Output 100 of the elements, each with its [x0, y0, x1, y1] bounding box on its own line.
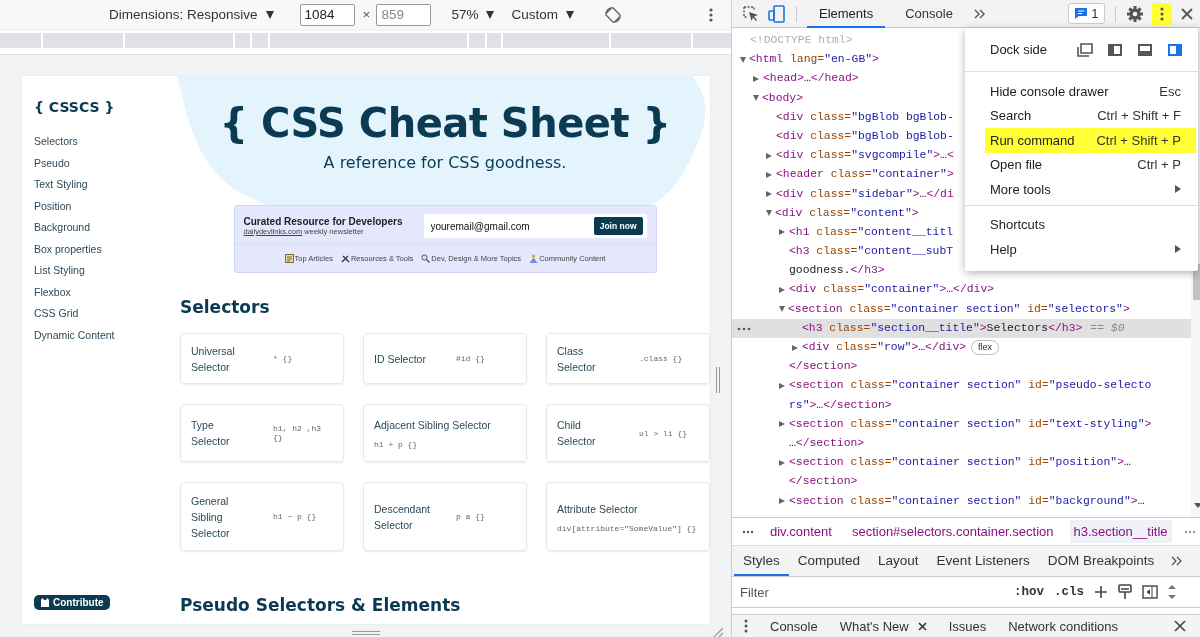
sidebar-tab[interactable]: DOM Breakpoints [1038, 546, 1164, 576]
ellipsis-icon[interactable] [737, 326, 751, 331]
dom-node-line[interactable]: <h1 class="content__titl [789, 222, 954, 243]
expand-arrow-icon[interactable] [779, 382, 785, 389]
more-icon[interactable] [708, 6, 714, 23]
height-input[interactable]: 859 [376, 3, 432, 26]
resize-handle[interactable] [716, 367, 720, 393]
drawer-tab[interactable]: Console [770, 618, 818, 634]
resize-handle[interactable] [352, 631, 380, 635]
resize-corner-icon[interactable] [712, 627, 724, 637]
issues-button[interactable]: 1 [1068, 3, 1105, 24]
expand-arrow-icon[interactable] [779, 229, 785, 236]
dom-node-line[interactable]: <div class="svgcompile">…< [776, 146, 954, 166]
selector-card[interactable]: Attribute Selector div[attribute="SomeValue"] {} [546, 482, 710, 551]
caret-icon[interactable] [486, 10, 495, 19]
rotate-icon[interactable] [604, 5, 622, 24]
close-icon[interactable] [1173, 620, 1186, 632]
device-toggle-icon[interactable] [768, 4, 786, 23]
sidebar-tab[interactable]: Styles [734, 546, 789, 576]
zoom-dropdown[interactable]: 57% [451, 7, 479, 22]
sidebar-link[interactable]: Box properties [34, 238, 167, 260]
expand-arrow-icon[interactable] [779, 287, 785, 294]
dom-node-line[interactable]: <div class="sidebar">…</di [776, 184, 954, 204]
join-button[interactable]: Join now [593, 217, 643, 235]
panel-tab[interactable]: Console [893, 0, 965, 28]
throttle-dropdown[interactable]: Custom [511, 7, 558, 22]
caret-icon[interactable] [265, 10, 274, 19]
breadcrumb[interactable]: div.content [766, 520, 836, 543]
expand-arrow-icon[interactable] [740, 56, 746, 63]
caret-icon[interactable] [566, 10, 574, 19]
paint-roller-icon[interactable] [1118, 584, 1133, 600]
sidebar-link[interactable]: List Styling [34, 260, 167, 282]
selector-card[interactable]: Child Selector ul > li {} [546, 404, 710, 462]
sidebar-tab[interactable]: Event Listeners [927, 546, 1039, 576]
dimensions-dropdown[interactable]: Dimensions: Responsive [109, 7, 258, 22]
email-field[interactable]: youremail@gmail.com Join now [423, 214, 647, 238]
dom-node-line[interactable]: <div class="row">…</div> [802, 338, 967, 358]
dom-node-line[interactable]: </section> [789, 472, 858, 492]
scroll-down-icon[interactable] [1193, 503, 1200, 509]
plus-icon[interactable] [1094, 585, 1109, 599]
dom-node-line[interactable]: rs">…</section> [789, 395, 892, 415]
sidebar-link[interactable]: Pseudo [34, 152, 167, 174]
dom-node-line[interactable]: <html lang="en-GB"> [749, 50, 879, 70]
sidebar-link[interactable]: Selectors [34, 131, 167, 153]
sidebar-tab[interactable]: Layout [869, 546, 928, 576]
ellipsis-icon[interactable] [742, 529, 754, 534]
expand-arrow-icon[interactable] [779, 306, 785, 313]
selector-card[interactable]: Universal Selector * {} [180, 333, 344, 384]
style-toggle[interactable]: .cls [1054, 585, 1085, 599]
expand-arrow-icon[interactable] [779, 421, 785, 428]
dom-node-line[interactable]: <body> [762, 88, 803, 108]
dock-left-icon[interactable] [1107, 42, 1123, 57]
dom-node-line[interactable]: <section class="container section" id="position">… [789, 453, 1131, 473]
dock-right-icon[interactable] [1167, 42, 1183, 57]
more-icon[interactable] [744, 619, 748, 633]
selector-card[interactable]: Descendant Selector p a {} [363, 482, 527, 551]
selector-card[interactable]: General Sibling Selector h1 ~ p {} [180, 482, 344, 551]
dom-node-line[interactable]: <div class="bgBlob bgBlob- [776, 126, 954, 147]
more-tabs-icon[interactable] [1171, 556, 1184, 566]
contribute-button[interactable]: Contribute [34, 595, 110, 610]
undock-icon[interactable] [1077, 42, 1093, 57]
sidebar-link[interactable]: Dynamic Content [34, 324, 167, 346]
sidebar-link[interactable]: Flexbox [34, 281, 167, 303]
menu-item[interactable]: Shortcuts [985, 212, 1196, 237]
breadcrumb[interactable]: h3.section__title [1069, 520, 1172, 543]
sidebar-toggle-icon[interactable] [1142, 585, 1159, 599]
expand-arrow-icon[interactable] [792, 344, 798, 351]
menu-item[interactable]: Search Ctrl + Shift + F [985, 103, 1196, 128]
expand-arrow-icon[interactable] [779, 459, 785, 466]
menu-item[interactable]: More tools [985, 177, 1196, 202]
expand-arrow-icon[interactable] [753, 95, 759, 102]
dom-node-line[interactable]: <section class="container section" id="background">… [789, 491, 1145, 511]
dom-node-line[interactable]: <h3 class="section__title">Selectors</h3> [802, 318, 1083, 338]
dom-node-line[interactable]: <h3 class="content__subT [789, 242, 954, 262]
selector-card[interactable]: Adjacent Sibling Selector h1 + p {} [363, 404, 527, 462]
more-button[interactable] [1151, 2, 1172, 25]
style-toggle[interactable]: :hov [1014, 585, 1044, 599]
menu-item[interactable]: Run command Ctrl + Shift + P [985, 128, 1196, 153]
expand-arrow-icon[interactable] [766, 152, 772, 159]
scroll-arrows-icon[interactable] [1168, 584, 1177, 600]
expand-arrow-icon[interactable] [766, 191, 772, 198]
menu-item[interactable]: Open file Ctrl + P [985, 152, 1196, 177]
menu-item[interactable]: Help [985, 237, 1196, 262]
expand-arrow-icon[interactable] [766, 210, 772, 217]
dom-node-line[interactable]: <section class="container section" id="selectors"> [788, 299, 1130, 319]
selector-card[interactable]: ID Selector #id {} [363, 333, 527, 384]
dom-node-line[interactable]: <div class="content"> [775, 203, 919, 223]
dom-node-line[interactable]: <div class="container">…</div> [789, 280, 995, 300]
drawer-tab[interactable]: Issues [948, 618, 987, 634]
sidebar-link[interactable]: CSS Grid [34, 303, 167, 325]
close-icon[interactable] [917, 621, 927, 631]
dom-node-line[interactable]: </section> [789, 357, 858, 377]
dom-node-line[interactable]: <section class="container section" id="pseudo-selecto [789, 376, 1152, 396]
more-tabs-icon[interactable] [972, 7, 987, 20]
site-logo[interactable]: { CSSCS } [34, 99, 167, 115]
expand-arrow-icon[interactable] [779, 498, 785, 505]
inspect-icon[interactable] [742, 4, 760, 23]
dom-node-line[interactable]: <section class="container section" id="text-styling"> [789, 414, 1152, 434]
dom-node-line[interactable]: goodness.</h3> [789, 261, 885, 281]
expand-arrow-icon[interactable] [766, 171, 772, 178]
